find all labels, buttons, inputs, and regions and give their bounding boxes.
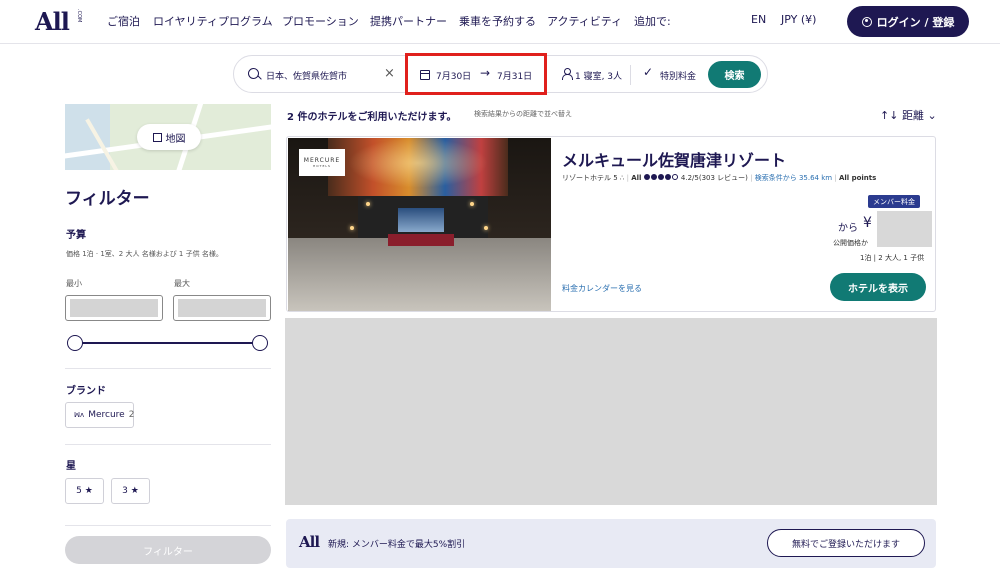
results-count: 2 件のホテルをご利用いただけます。 [287,112,457,123]
date-range-picker[interactable]: 7月30日 → 7月31日 [405,53,547,95]
public-price-note: 公開価格か [833,239,868,247]
nav-promotions[interactable]: プロモーション [282,13,359,29]
special-rate-field[interactable]: 特別料金 [660,69,696,82]
brand-badge-sub: HOTELS [313,164,331,168]
all-rating-label: All [631,174,642,182]
nav-more[interactable]: 追加で: [634,13,671,29]
brand-label: Mercure [88,410,125,420]
language-selector[interactable]: EN [751,13,766,26]
nav-loyalty[interactable]: ロイヤリティプログラム [153,13,273,29]
price-from-label: から [838,223,858,234]
checkout-date[interactable]: 7月31日 [497,69,532,82]
star-chip-5[interactable]: 5 ★ [65,478,104,504]
review-rating[interactable]: 4.2/5(303 レビュー) [681,174,748,182]
photo-lamp [470,202,474,206]
all-logo-suffix: .COM [76,9,82,23]
brand-badge-text: MERCURE [303,157,341,164]
check-icon: ✓ [643,65,654,79]
redacted-value [178,299,266,317]
max-label: 最大 [174,279,190,288]
all-logo[interactable]: All [35,7,70,36]
stars-title: 星 [66,461,76,472]
filter-title: フィルター [65,189,150,209]
all-points: All points [838,174,877,182]
search-bar: 日本、佐賀県佐賀市 × 7月30日 → 7月31日 1 寝室, 3人 ✓ 特別料… [233,53,768,95]
promo-text: 新規: メンバー料金で最大5%割引 [328,540,466,550]
min-label: 最小 [66,279,82,288]
price-slider-min-handle[interactable] [67,335,83,351]
currency-selector[interactable]: JPY (¥) [781,13,816,26]
checkin-date[interactable]: 7月30日 [436,69,471,82]
hotel-meta: リゾートホテル 5 ∴ | All 4.2/5(303 レビュー) | 検索条件… [562,174,877,182]
user-icon [861,16,872,27]
price-slider-max-handle[interactable] [252,335,268,351]
person-icon [562,68,573,80]
register-free-button[interactable]: 無料でご登録いただけます [767,529,925,557]
star-rating-icon: ∴ [619,174,625,182]
photo-lamp [350,226,354,230]
top-header: All .COM ご宿泊 ロイヤリティプログラム プロモーション 提携パートナー… [0,0,1000,44]
guests-field[interactable]: 1 寝室, 3人 [575,69,622,82]
show-map-button[interactable]: 地図 [137,124,201,150]
calendar-icon [420,70,430,80]
budget-note: 価格 1泊 · 1室、2 大人 名様および 1 子供 名様。 [66,250,223,258]
brand-chip-mercure[interactable]: ꟽᴧ Mercure 2 [65,402,134,428]
price-slider-track[interactable] [75,342,260,344]
brand-title: ブランド [66,386,106,397]
sort-dropdown[interactable]: ↑↓ 距離 ⌄ [880,107,937,123]
hotel-type: リゾートホテル 5 [562,174,618,182]
login-button[interactable]: ログイン / 登録 [847,6,969,37]
max-price-input[interactable] [173,295,271,321]
nav-stays[interactable]: ご宿泊 [107,13,140,29]
apply-filter-button[interactable]: フィルター [65,536,271,564]
divider [65,444,271,445]
login-label: ログイン / 登録 [876,15,955,29]
sort-note: 検索結果からの距離で並べ替え [474,110,572,118]
hotel-name[interactable]: メルキュール佐賀唐津リゾート [562,147,786,171]
rating-dots-icon [643,174,679,182]
all-logo: All [299,533,320,551]
map-button-label: 地図 [165,133,186,145]
redacted-price [877,211,932,247]
hotel-photo[interactable]: MERCURE HOTELS [288,138,551,311]
nav-rides[interactable]: 乗車を予約する [459,13,536,29]
destination-field[interactable]: 日本、佐賀県佐賀市 [266,69,347,82]
mercure-brand-badge: MERCURE HOTELS [299,149,345,176]
star-chip-3[interactable]: 3 ★ [111,478,150,504]
sort-label: 距離 [901,109,924,122]
map-icon [152,132,162,142]
photo-lamp [484,226,488,230]
search-icon [248,68,259,79]
redacted-value [70,299,158,317]
divider [65,368,271,369]
photo-lamp [366,202,370,206]
brand-count: 2 [128,410,135,420]
separator [630,65,631,85]
loading-placeholder [285,318,937,505]
member-rate-badge: メンバー料金 [868,195,920,208]
budget-title: 予算 [66,230,86,241]
distance: 検索条件から 35.64 km [754,174,833,182]
price-currency: ¥ [863,215,872,231]
mercure-logo-icon: ꟽᴧ [74,411,85,419]
sort-icon: ↑↓ [880,109,899,122]
member-promo-banner: All 新規: メンバー料金で最大5%割引 無料でご登録いただけます [286,519,936,568]
photo-floor [288,238,551,311]
price-calendar-link[interactable]: 料金カレンダーを見る [562,283,642,294]
nav-partners[interactable]: 提携パートナー [370,13,447,29]
hotel-card[interactable]: MERCURE HOTELS メルキュール佐賀唐津リゾート リゾートホテル 5 … [286,136,936,312]
photo-light [348,138,488,188]
clear-destination-icon[interactable]: × [384,66,395,81]
photo-window [398,208,444,232]
search-button[interactable]: 検索 [708,61,761,88]
photo-carpet [388,234,454,246]
view-hotel-button[interactable]: ホテルを表示 [830,273,926,301]
nav-activities[interactable]: アクティビティ [547,13,622,29]
divider [65,525,271,526]
min-price-input[interactable] [65,295,163,321]
arrow-right-icon: → [480,66,491,80]
stay-info: 1泊 | 2 大人, 1 子供 [860,254,925,262]
chevron-down-icon: ⌄ [927,109,937,122]
map-water [65,104,110,170]
